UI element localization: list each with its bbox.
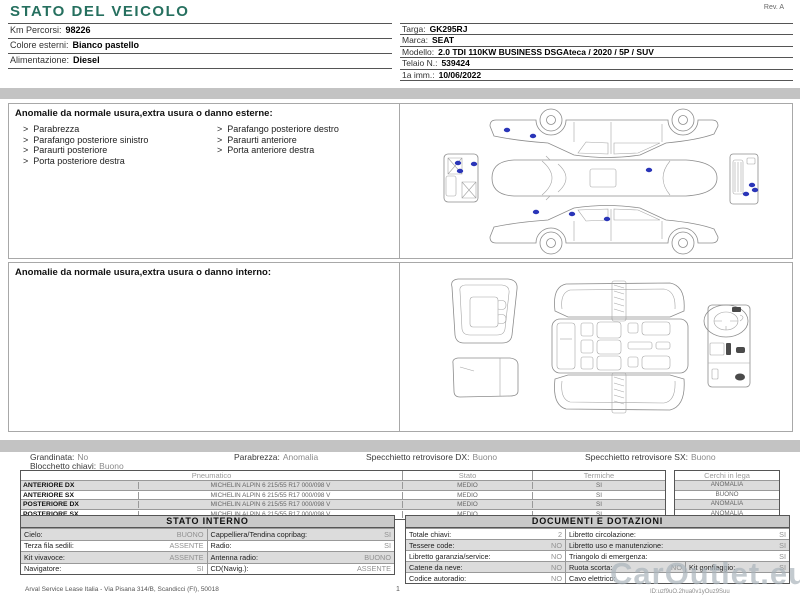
list-item: > Porta posteriore destra: [23, 155, 125, 166]
stato-interno-title: STATO INTERNO: [21, 516, 394, 528]
exterior-anomalies-title: Anomalie da normale usura,extra usura o …: [15, 108, 273, 119]
list-item: > Paraurti anteriore: [217, 134, 297, 145]
documenti-title: DOCUMENTI E DOTAZIONI: [406, 516, 789, 528]
field-marca: Marca: SEAT: [400, 35, 793, 47]
footer-company-address: Arval Service Lease Italia - Via Pisana …: [25, 586, 219, 593]
interior-anomalies-panel: Anomalie da normale usura,extra usura o …: [8, 262, 400, 432]
exterior-anomalies-panel: Anomalie da normale usura,extra usura o …: [8, 103, 400, 259]
section-divider-band: [0, 88, 800, 99]
table-row: Tessere code: NO Libretto uso e manutenzi…: [406, 539, 789, 550]
exterior-diagram-panel: [399, 103, 793, 259]
table-row: POSTERIORE DX MICHELIN ALPIN 6 215/55 R1…: [21, 499, 665, 510]
list-item: > Parabrezza: [23, 124, 80, 134]
table-row: Terza fila sedili: ASSENTE Radio: SI: [21, 539, 394, 551]
vehicle-info-right: Targa: GK295RJ Marca: SEAT Modello: 2.0 …: [400, 23, 793, 81]
trunk-view: [451, 278, 518, 344]
table-row: ANOMALIA: [675, 480, 779, 490]
caroutlet-watermark: CarOutlet.eu: [610, 556, 800, 591]
interior-diagram-panel: [399, 262, 793, 432]
summary-specchietto-dx: Specchietto retrovisore DX: Buono: [366, 452, 498, 462]
exterior-anomalies-list-2: > Parafango posteriore destro > Paraurti a…: [217, 124, 339, 156]
boot-lid-view: [452, 357, 519, 398]
summary-parabrezza: Parabrezza: Anomalia: [234, 452, 319, 462]
car-front-view: [443, 153, 479, 203]
table-row: Kit vivavoce: ASSENTE Antenna radio: BUONO: [21, 551, 394, 563]
field-km-percorsi: Km Percorsi: 98226: [8, 24, 392, 39]
field-targa: Targa: GK295RJ: [400, 24, 793, 36]
list-item: > Parafango posteriore destro: [217, 124, 339, 134]
page-title: STATO DEL VEICOLO: [10, 3, 190, 20]
field-alimentazione: Alimentazione: Diesel: [8, 54, 392, 69]
table-row: Totale chiavi: 2 Libretto circolazione: SI: [406, 528, 789, 539]
field-prima-immatricolazione: 1a imm.: 10/06/2022: [400, 70, 793, 81]
exterior-anomalies-list-1: > Parabrezza > Parafango posteriore sinist…: [23, 124, 148, 166]
field-colore-esterni: Colore esterni: Bianco pastello: [8, 39, 392, 54]
list-item: > Porta anteriore destra: [217, 145, 315, 155]
car-rear-view: [729, 153, 759, 205]
table-row: ANTERIORE SX MICHELIN ALPIN 6 215/55 R17…: [21, 489, 665, 500]
table-row: Navigatore: SI CD(Navig.): ASSENTE: [21, 562, 394, 574]
tyre-table-header: Pneumatico Stato Termiche: [21, 471, 665, 480]
vehicle-status-document: STATO DEL VEICOLO Rev. A Km Percorsi: 98…: [0, 0, 800, 600]
table-row: ANTERIORE DX MICHELIN ALPIN 6 215/55 R17…: [21, 480, 665, 490]
dashboard-view: [703, 304, 751, 388]
list-item: > Parafango posteriore sinistro: [23, 134, 149, 145]
summary-specchietto-sx: Specchietto retrovisore SX: Buono: [585, 452, 716, 462]
footer-page-number: 1: [396, 586, 400, 593]
cerchi-in-lega-table: Cerchi in lega ANOMALIA BUONO ANOMALIA A…: [674, 470, 780, 520]
table-row: ANOMALIA: [675, 499, 779, 510]
interior-car-diagram: [451, 278, 751, 414]
exterior-car-diagram: [443, 108, 759, 255]
stato-interno-table: STATO INTERNO Cielo: BUONO Cappelliera/Te…: [20, 515, 395, 575]
vehicle-info-left: Km Percorsi: 98226 Colore esterni: Bianc…: [8, 23, 392, 69]
field-telaio: Telaio N.: 539424: [400, 58, 793, 70]
cabin-seats-view: [551, 280, 689, 414]
tyre-table: Pneumatico Stato Termiche ANTERIORE DX M…: [20, 470, 666, 520]
interior-anomalies-title: Anomalie da normale usura,extra usura o …: [15, 267, 272, 278]
exterior-damage-markers: [454, 127, 759, 222]
revision-label: Rev. A: [763, 4, 784, 11]
table-row: BUONO: [675, 489, 779, 500]
field-modello: Modello: 2.0 TDI 110KW BUSINESS DSGAteca…: [400, 47, 793, 59]
document-id: ID:uzf9uO.2hua0v1yOuz9Suu: [650, 589, 730, 595]
table-row: Cielo: BUONO Cappelliera/Tendina copribag…: [21, 528, 394, 540]
section-divider-band: [0, 440, 800, 452]
list-item: > Paraurti posteriore: [23, 145, 108, 155]
car-top-view: [491, 155, 718, 201]
